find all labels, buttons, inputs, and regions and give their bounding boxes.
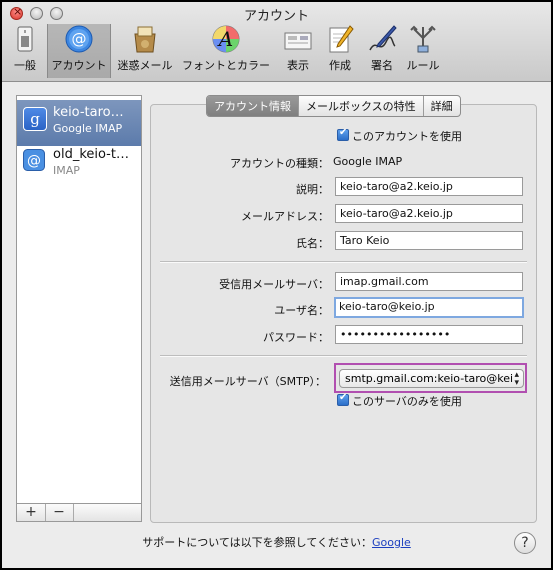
account-list[interactable]: g keio-taro… Google IMAP @ old_keio-t… I… — [16, 95, 142, 504]
email-label: メールアドレス： — [241, 210, 329, 223]
preferences-window: アカウント 一般 @ アカウント 迷惑メール A フォントと — [2, 2, 551, 568]
toolbar-viewing[interactable]: 表示 — [280, 24, 316, 78]
fullname-label: 氏名： — [296, 237, 329, 250]
smtp-only-label: このサーバのみを使用 — [352, 395, 462, 408]
switch-icon — [9, 24, 41, 54]
account-type: Google IMAP — [53, 122, 123, 135]
smtp-highlight-box — [334, 363, 527, 393]
viewing-icon — [282, 24, 314, 54]
signature-icon — [366, 24, 398, 54]
account-item-keio-taro[interactable]: g keio-taro… Google IMAP — [17, 100, 141, 146]
rules-icon — [407, 24, 439, 54]
junk-mail-icon — [129, 24, 161, 54]
svg-text:@: @ — [72, 30, 87, 48]
svg-text:g: g — [30, 110, 40, 128]
description-field[interactable]: keio-taro@a2.keio.jp — [335, 177, 523, 196]
account-type-value: Google IMAP — [333, 155, 403, 168]
fullname-field[interactable]: Taro Keio — [335, 231, 523, 250]
smtp-label: 送信用メールサーバ（SMTP）： — [169, 375, 326, 388]
svg-text:A: A — [217, 27, 233, 51]
separator — [160, 355, 527, 357]
account-name: keio-taro… — [53, 105, 124, 120]
window-title: アカウント — [243, 9, 309, 24]
account-buttons-bar: + − — [16, 504, 142, 522]
tab-advanced[interactable]: 詳細 — [424, 96, 460, 116]
google-icon: g — [23, 107, 47, 131]
remove-account-button[interactable]: − — [45, 504, 74, 521]
username-label: ユーザ名： — [274, 304, 329, 317]
description-label: 説明： — [296, 183, 329, 196]
toolbar-junk[interactable]: 迷惑メール — [114, 24, 176, 78]
username-field[interactable]: keio-taro@keio.jp — [334, 297, 524, 318]
incoming-server-field[interactable]: imap.gmail.com — [335, 272, 523, 291]
toolbar-fonts[interactable]: A フォントとカラー — [180, 24, 272, 78]
add-account-button[interactable]: + — [17, 504, 46, 521]
support-footer: サポートについては以下を参照してください：Google — [2, 534, 551, 550]
toolbar-composing[interactable]: 作成 — [322, 24, 358, 78]
enable-account-checkbox[interactable] — [337, 127, 349, 141]
support-link[interactable]: Google — [372, 536, 411, 549]
account-type-label: アカウントの種類： — [230, 157, 329, 170]
toolbar-general[interactable]: 一般 — [6, 24, 44, 78]
composing-icon — [324, 24, 356, 54]
toolbar: アカウント 一般 @ アカウント 迷惑メール A フォントと — [2, 2, 551, 82]
fonts-colors-icon: A — [210, 24, 242, 54]
incoming-server-label: 受信用メールサーバ： — [219, 278, 329, 291]
tab-mailbox-behaviors[interactable]: メールボックスの特性 — [299, 96, 424, 116]
svg-text:@: @ — [27, 153, 41, 169]
help-button[interactable]: ? — [514, 532, 536, 554]
account-name: old_keio-t… — [53, 147, 129, 162]
smtp-only-checkbox[interactable] — [337, 392, 349, 406]
at-icon: @ — [63, 24, 95, 54]
password-field[interactable]: ••••••••••••••••• — [335, 325, 523, 344]
toolbar-accounts[interactable]: @ アカウント — [47, 24, 111, 78]
account-type: IMAP — [53, 164, 80, 177]
separator — [160, 261, 527, 263]
at-icon: @ — [23, 149, 45, 171]
toolbar-signatures[interactable]: 署名 — [364, 24, 400, 78]
enable-account-label: このアカウントを使用 — [352, 130, 462, 143]
email-field[interactable]: keio-taro@a2.keio.jp — [335, 204, 523, 223]
account-item-old-keio[interactable]: @ old_keio-t… IMAP — [17, 142, 141, 188]
tab-bar: アカウント情報 メールボックスの特性 詳細 — [206, 95, 461, 117]
support-text: サポートについては以下を参照してください： — [142, 536, 372, 549]
toolbar-rules[interactable]: ルール — [404, 24, 442, 78]
tab-account-info[interactable]: アカウント情報 — [207, 96, 299, 116]
password-label: パスワード： — [263, 331, 329, 344]
